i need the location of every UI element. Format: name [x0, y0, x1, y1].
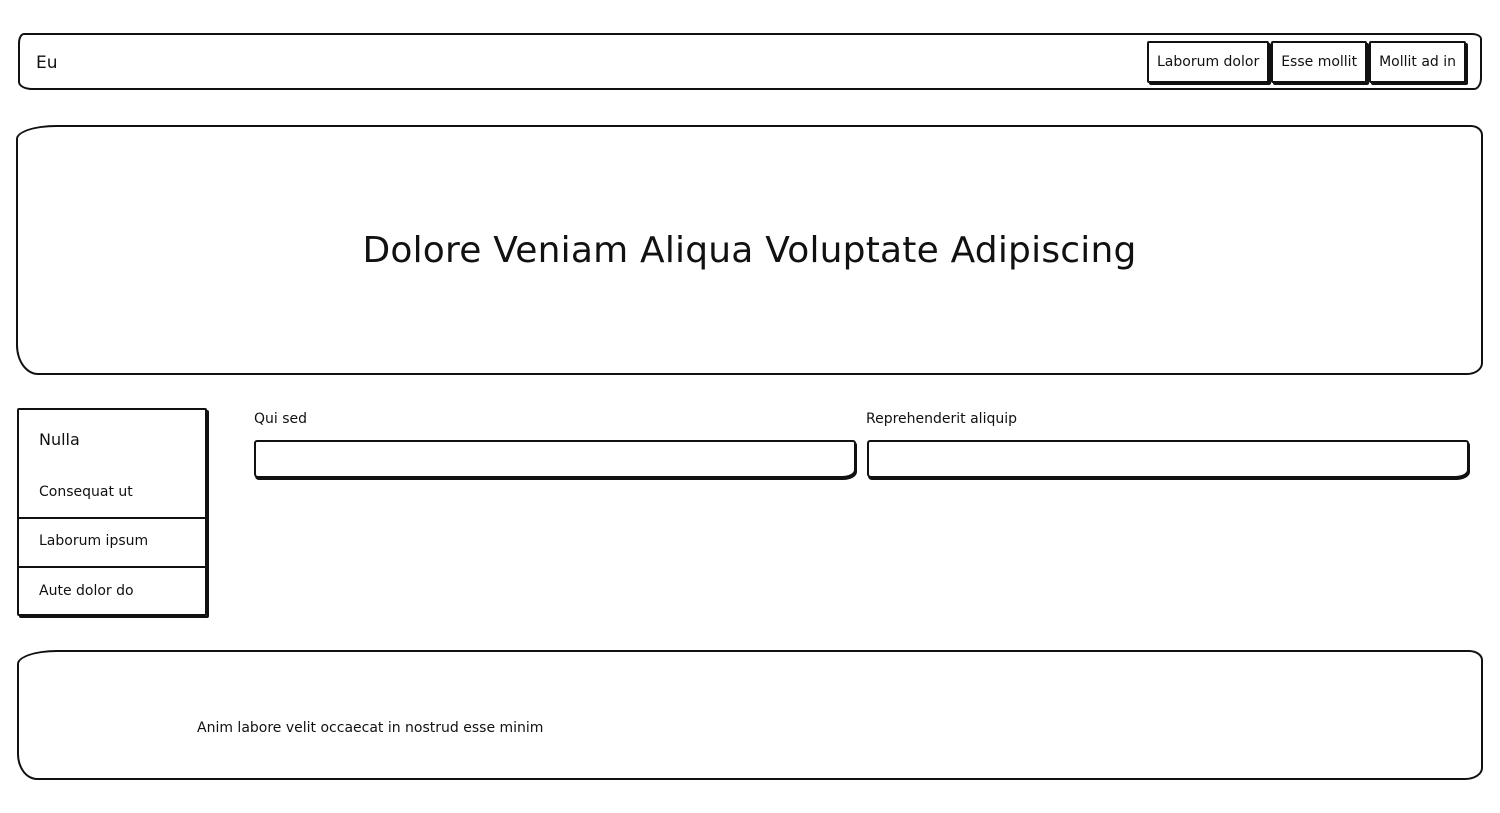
nav-button-mollit-ad-in[interactable]: Mollit ad in	[1369, 41, 1466, 83]
qui-sed-input[interactable]	[254, 440, 856, 478]
field-label-reprehenderit-aliquip: Reprehenderit aliquip	[866, 411, 1017, 427]
brand-logo-text[interactable]: Eu	[36, 53, 58, 73]
sidebar-item-laborum-ipsum[interactable]: Laborum ipsum	[19, 517, 205, 567]
reprehenderit-aliquip-input[interactable]	[867, 440, 1469, 478]
sidebar-menu: Nulla Consequat ut Laborum ipsum Aute do…	[17, 408, 207, 616]
sidebar-title: Nulla	[39, 430, 80, 449]
footer: Anim labore velit occaecat in nostrud es…	[17, 650, 1483, 780]
hero-title: Dolore Veniam Aliqua Voluptate Adipiscin…	[362, 229, 1137, 271]
footer-text: Anim labore velit occaecat in nostrud es…	[197, 720, 544, 736]
hero-banner: Dolore Veniam Aliqua Voluptate Adipiscin…	[16, 125, 1483, 375]
sidebar-item-consequat-ut[interactable]: Consequat ut	[19, 484, 205, 500]
field-label-qui-sed: Qui sed	[254, 411, 308, 427]
nav-button-laborum-dolor[interactable]: Laborum dolor	[1146, 41, 1270, 83]
nav-button-esse-mollit[interactable]: Esse mollit	[1271, 41, 1368, 83]
sidebar-item-aute-dolor-do[interactable]: Aute dolor do	[19, 566, 205, 616]
nav-links: Laborum dolor Esse mollit Mollit ad in	[1146, 41, 1466, 83]
top-navbar: Eu Laborum dolor Esse mollit Mollit ad i…	[18, 33, 1482, 90]
